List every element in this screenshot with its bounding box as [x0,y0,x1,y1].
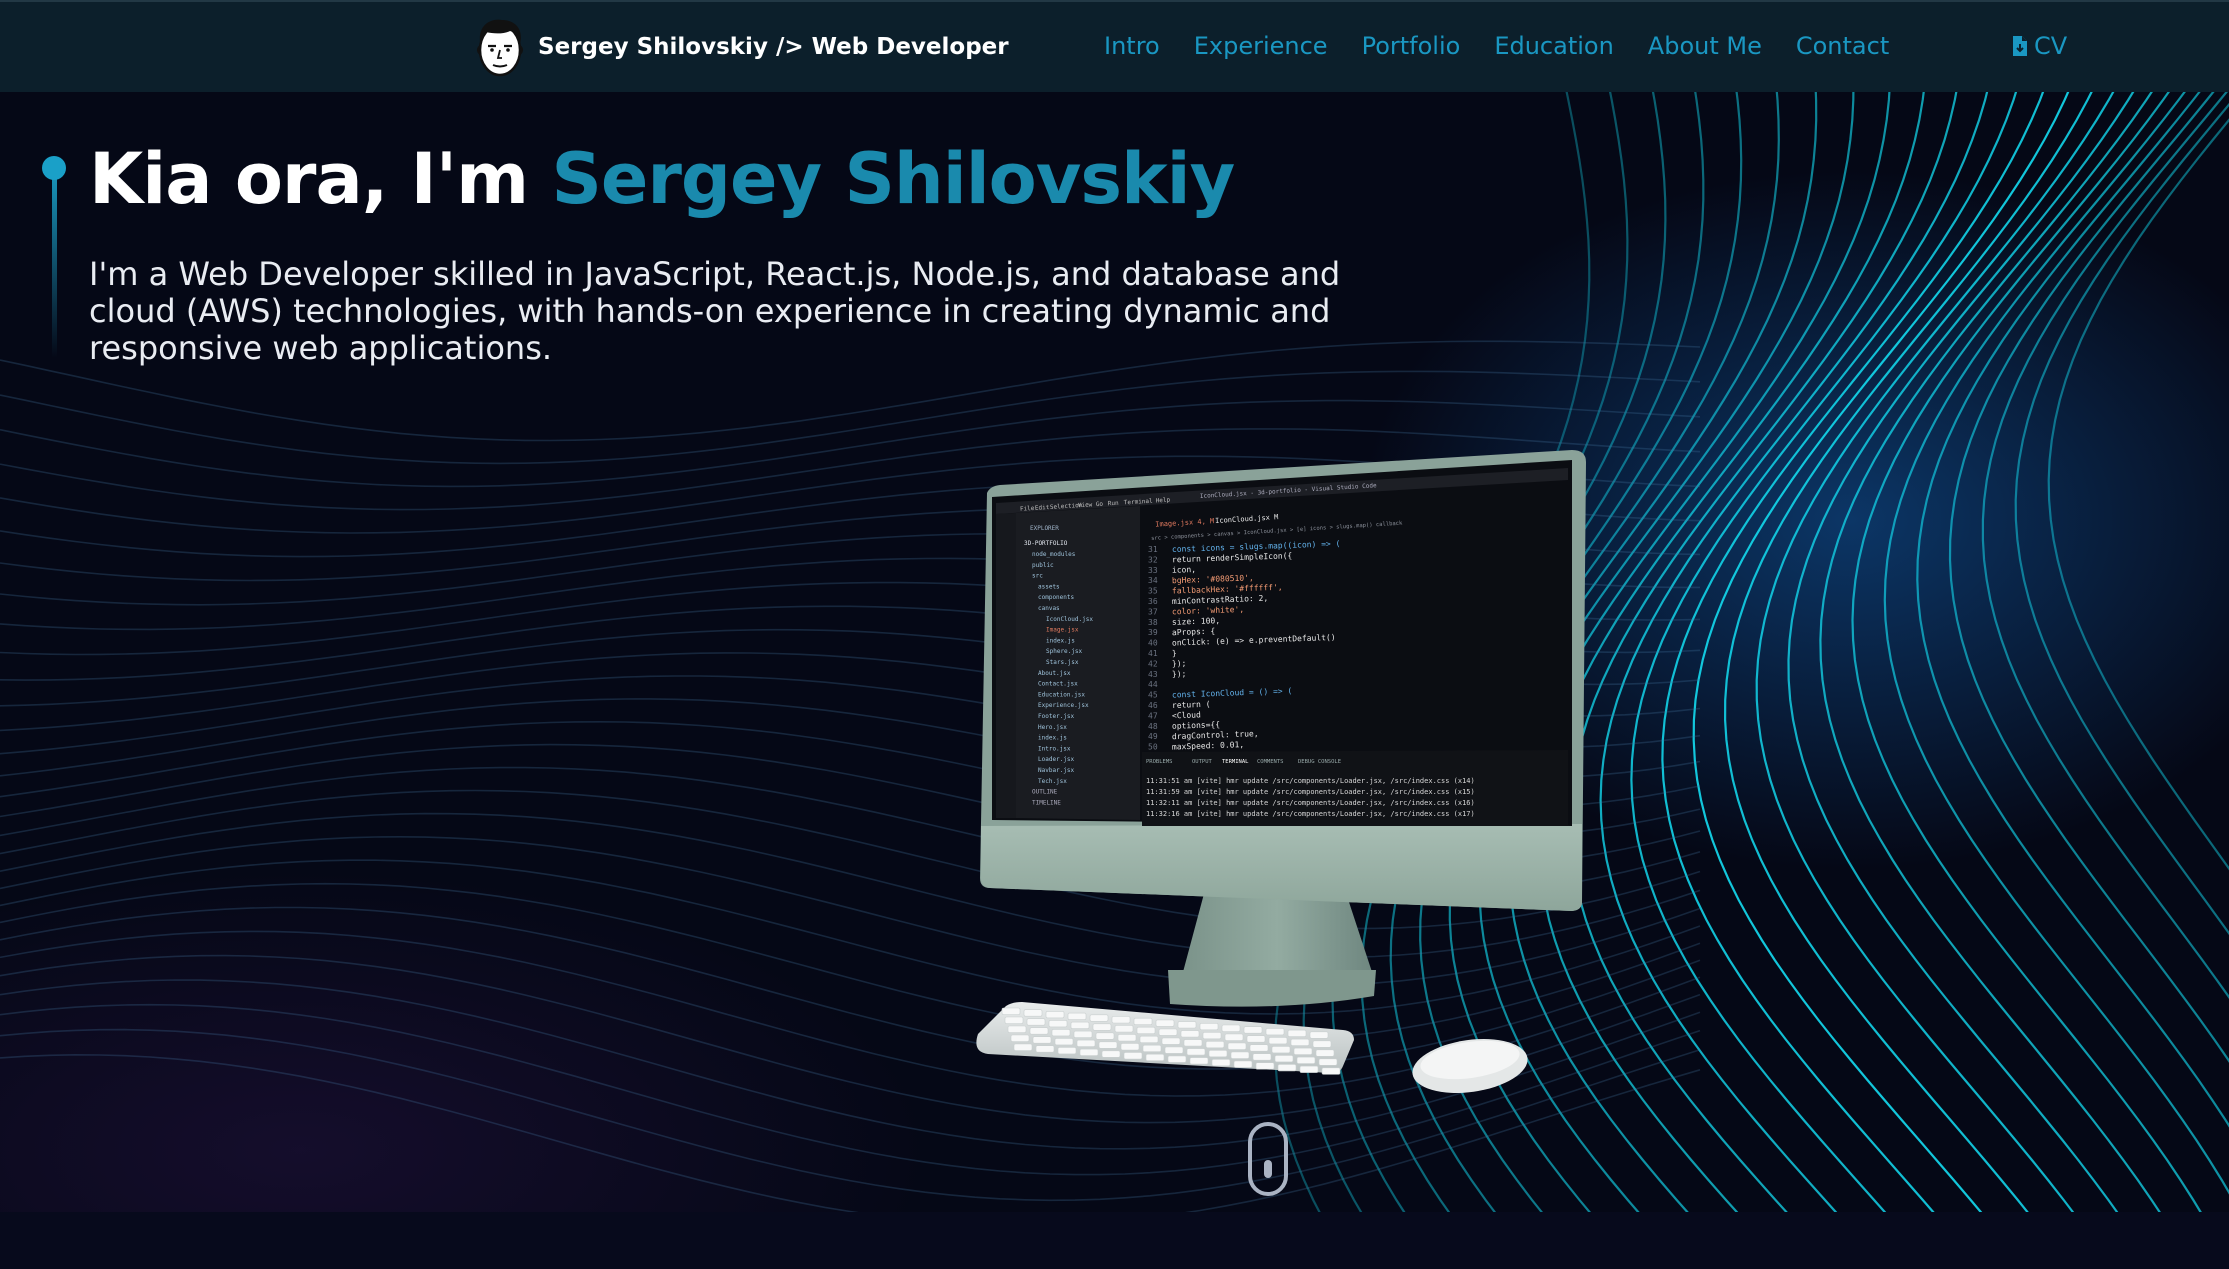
file-download-icon [2013,36,2027,56]
hero-title: Kia ora, I'm Sergey Shilovskiy [89,138,1235,220]
nav-link-experience[interactable]: Experience [1194,32,1328,60]
hero-description: I'm a Web Developer skilled in JavaScrip… [89,255,1341,367]
nav-link-portfolio[interactable]: Portfolio [1362,32,1461,60]
face-avatar-icon [477,19,523,77]
nav-link-education[interactable]: Education [1494,32,1613,60]
nav-link-intro[interactable]: Intro [1104,32,1160,60]
nav-link-contact[interactable]: Contact [1796,32,1889,60]
mouse-scroll-icon [1264,1160,1272,1178]
brand-link[interactable]: Sergey Shilovskiy /> Web Developer [474,16,1009,78]
cv-download-link[interactable]: CV [2012,32,2067,60]
scroll-down-indicator[interactable] [1248,1122,1288,1196]
hero-accent-line [52,158,57,358]
brand-title: Sergey Shilovskiy /> Web Developer [538,34,1009,60]
cv-label: CV [2034,32,2068,60]
navbar: Sergey Shilovskiy /> Web Developer Intro… [0,0,2229,92]
nav-link-about-me[interactable]: About Me [1648,32,1762,60]
hero-name: Sergey Shilovskiy [551,138,1235,220]
section-bottom-edge [0,1212,2229,1269]
hero-greeting: Kia ora, I'm [89,138,529,220]
nav-links: Intro Experience Portfolio Education Abo… [1104,32,1889,60]
